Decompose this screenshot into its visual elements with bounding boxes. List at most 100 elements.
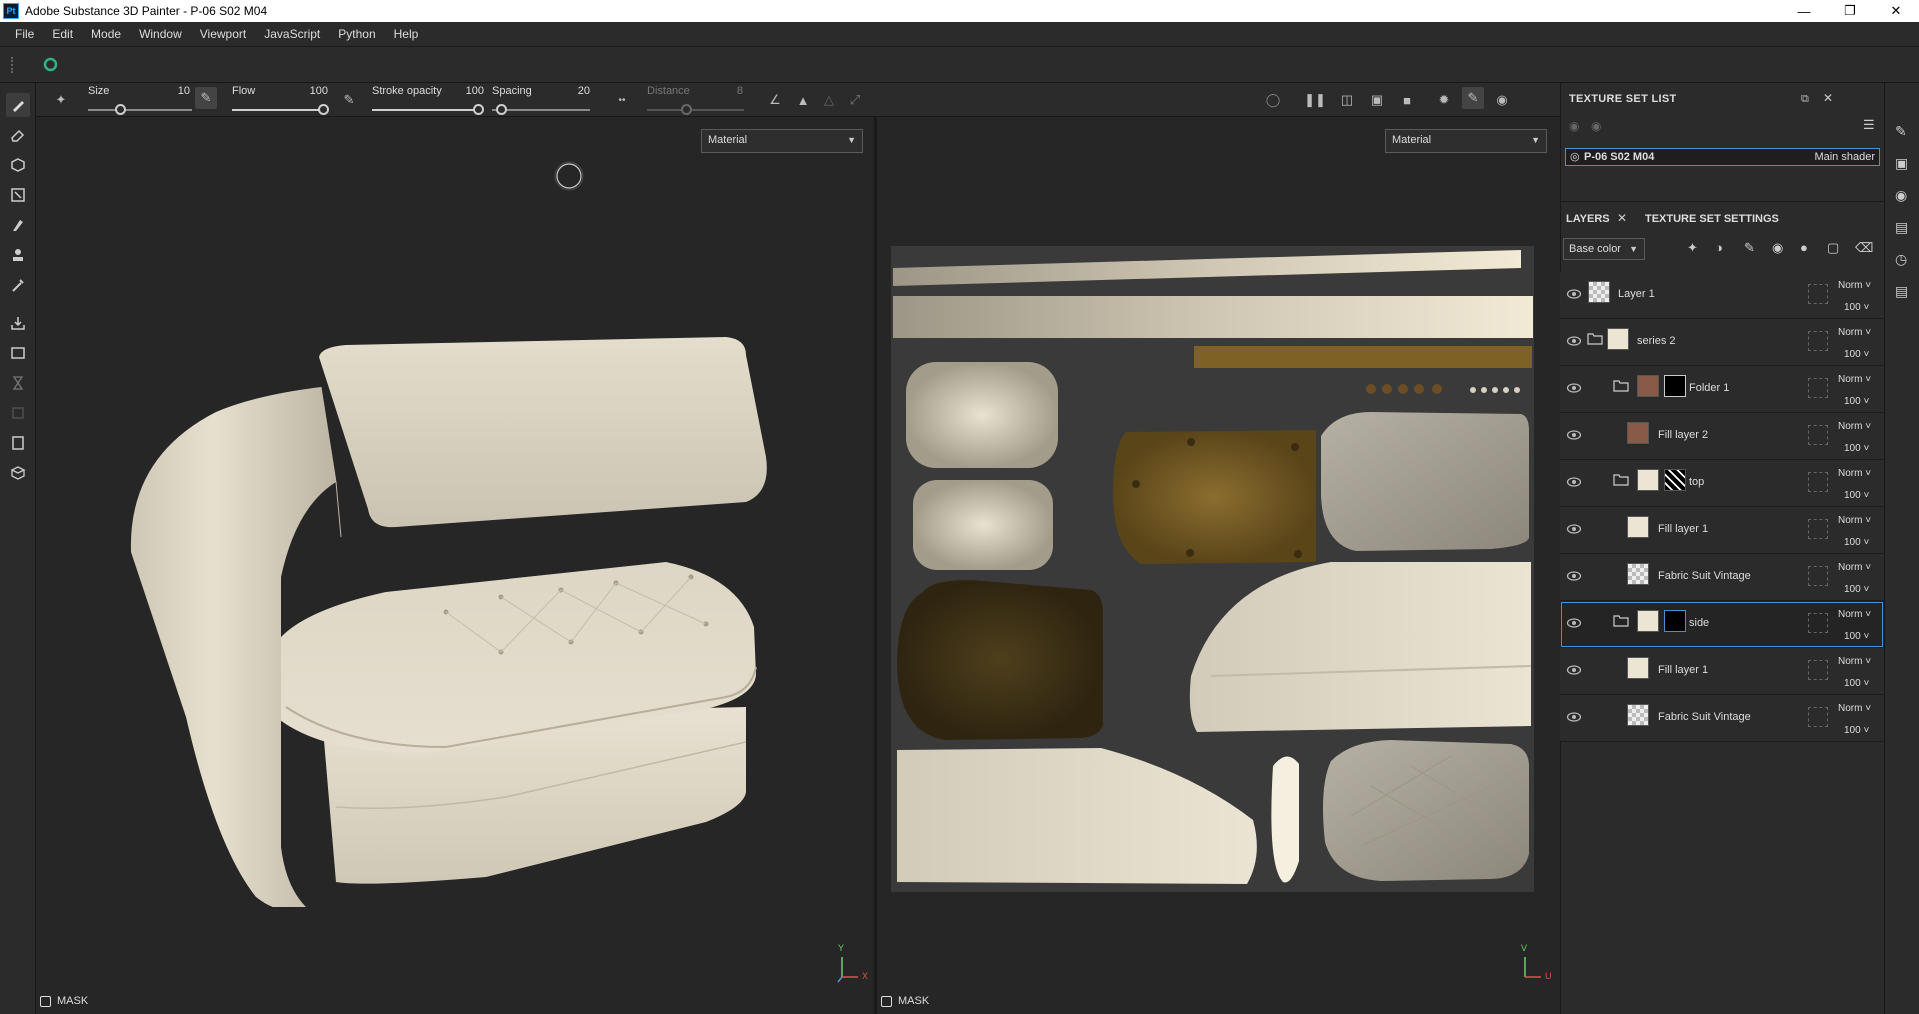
- mask-slot[interactable]: [1808, 707, 1828, 727]
- eye-icon[interactable]: [1566, 709, 1582, 725]
- spacing-value[interactable]: 20: [560, 85, 590, 97]
- mask-slot[interactable]: [1808, 660, 1828, 680]
- iray-icon[interactable]: ✹: [1433, 89, 1455, 111]
- pen-pressure-icon[interactable]: ✎: [195, 87, 217, 109]
- layer-row[interactable]: Layer 1 Norm ˅ 100 ˅: [1560, 272, 1884, 319]
- eye-icon[interactable]: [1566, 427, 1582, 443]
- eye-icon[interactable]: [1566, 380, 1582, 396]
- menu-edit[interactable]: Edit: [43, 27, 82, 41]
- add-paint-layer-icon[interactable]: ✎: [1744, 240, 1755, 256]
- eye-icon[interactable]: [1566, 333, 1582, 349]
- split-view-icon[interactable]: ◫: [1336, 89, 1358, 111]
- menu-window[interactable]: Window: [130, 27, 191, 41]
- layer-row[interactable]: series 2 Norm ˅ 100 ˅: [1560, 319, 1884, 366]
- camera-icon[interactable]: ■: [1396, 89, 1418, 111]
- menu-javascript[interactable]: JavaScript: [255, 27, 329, 41]
- layer-row[interactable]: Fill layer 1 Norm ˅ 100 ˅: [1560, 648, 1884, 695]
- close-icon[interactable]: ✕: [1873, 0, 1919, 22]
- stroke-pen-icon[interactable]: ✎: [338, 89, 360, 111]
- size-slider-handle[interactable]: [115, 104, 126, 115]
- eye-icon[interactable]: [1566, 662, 1582, 678]
- transform-icon[interactable]: ⤢: [844, 89, 866, 111]
- mask-slot[interactable]: [1808, 472, 1828, 492]
- menu-viewport[interactable]: Viewport: [191, 27, 255, 41]
- undock-icon[interactable]: ⧉: [1801, 93, 1809, 106]
- polygon-fill-icon[interactable]: [6, 183, 30, 207]
- menu-mode[interactable]: Mode: [82, 27, 130, 41]
- texture-set-shader[interactable]: Main shader: [1814, 151, 1875, 163]
- menu-python[interactable]: Python: [329, 27, 384, 41]
- layer-opacity[interactable]: 100 ˅: [1844, 302, 1869, 313]
- spacing-slider-handle[interactable]: [496, 104, 507, 115]
- eye-icon[interactable]: [1566, 286, 1582, 302]
- viewport-3d-mode-dropdown[interactable]: Material ▼: [701, 129, 863, 153]
- display-settings-icon[interactable]: ◉: [1895, 187, 1907, 204]
- layer-opacity[interactable]: 100 ˅: [1844, 537, 1869, 548]
- layer-opacity[interactable]: 100 ˅: [1844, 490, 1869, 501]
- plugin-icon[interactable]: [43, 57, 58, 72]
- viewport-2d-mask-toggle[interactable]: MASK: [881, 995, 929, 1007]
- stroke-opacity-slider-handle[interactable]: [473, 104, 484, 115]
- layer-opacity[interactable]: 100 ˅: [1844, 349, 1869, 360]
- hide-icon[interactable]: ◯: [1262, 89, 1284, 111]
- channel-dropdown[interactable]: Base color ▼: [1563, 238, 1645, 260]
- blend-mode[interactable]: Norm ˅: [1838, 609, 1871, 620]
- menu-help[interactable]: Help: [385, 27, 428, 41]
- viewport-3d[interactable]: Material ▼ MASK Y X: [36, 117, 874, 1014]
- layer-opacity[interactable]: 100 ˅: [1844, 631, 1869, 642]
- blend-mode[interactable]: Norm ˅: [1838, 280, 1871, 291]
- screenshot-icon[interactable]: ◉: [1491, 89, 1513, 111]
- lazy-mouse-icon[interactable]: ••: [611, 89, 633, 111]
- tab-close-icon[interactable]: ✕: [1617, 211, 1627, 225]
- angle-icon[interactable]: ∠: [764, 89, 786, 111]
- layer-row[interactable]: top Norm ˅ 100 ˅: [1560, 460, 1884, 507]
- export-icon[interactable]: [6, 341, 30, 365]
- stroke-opacity-value[interactable]: 100: [454, 85, 484, 97]
- add-mask-icon[interactable]: ◑: [1715, 240, 1723, 255]
- history-icon[interactable]: ◷: [1895, 251, 1907, 268]
- display-cube-icon[interactable]: ▣: [1366, 89, 1388, 111]
- blend-mode[interactable]: Norm ˅: [1838, 374, 1871, 385]
- mask-slot[interactable]: [1808, 519, 1828, 539]
- brush-mode-icon[interactable]: ✎: [1462, 87, 1484, 109]
- layer-row[interactable]: Fill layer 1 Norm ˅ 100 ˅: [1560, 507, 1884, 554]
- layer-row-selected[interactable]: side Norm ˅ 100 ˅: [1560, 601, 1884, 648]
- layer-opacity[interactable]: 100 ˅: [1844, 725, 1869, 736]
- delete-layer-icon[interactable]: ⌫: [1855, 240, 1873, 256]
- tab-texture-set-settings[interactable]: TEXTURE SET SETTINGS: [1645, 213, 1779, 225]
- properties-icon[interactable]: ✎: [1895, 123, 1907, 140]
- mask-slot[interactable]: [1808, 425, 1828, 445]
- mask-slot[interactable]: [1808, 331, 1828, 351]
- panel-close-icon[interactable]: ✕: [1823, 91, 1833, 105]
- menu-file[interactable]: File: [6, 27, 43, 41]
- viewport-3d-mask-toggle[interactable]: MASK: [40, 995, 88, 1007]
- shader-settings-icon[interactable]: ▤: [1895, 219, 1908, 236]
- add-smart-material-icon[interactable]: ●: [1800, 240, 1808, 255]
- visibility-on-icon[interactable]: ◉: [1591, 119, 1601, 133]
- eye-icon[interactable]: [1566, 568, 1582, 584]
- viewport-2d-mode-dropdown[interactable]: Material ▼: [1385, 129, 1547, 153]
- mask-slot[interactable]: [1808, 284, 1828, 304]
- layer-row[interactable]: Folder 1 Norm ˅ 100 ˅: [1560, 366, 1884, 413]
- minimize-icon[interactable]: —: [1781, 0, 1827, 22]
- brush-preset-icon[interactable]: ✦: [50, 89, 72, 111]
- eye-icon[interactable]: [1566, 615, 1582, 631]
- blend-mode[interactable]: Norm ˅: [1838, 656, 1871, 667]
- smudge-icon[interactable]: [6, 213, 30, 237]
- add-effect-icon[interactable]: ✦: [1687, 240, 1698, 256]
- layer-mask-thumbnail[interactable]: [1664, 610, 1686, 632]
- layer-opacity[interactable]: 100 ˅: [1844, 584, 1869, 595]
- projection-icon[interactable]: [6, 153, 30, 177]
- bake-icon[interactable]: [6, 311, 30, 335]
- flow-value[interactable]: 100: [298, 85, 328, 97]
- symmetry-off-icon[interactable]: △: [818, 89, 840, 111]
- timer-icon[interactable]: [6, 371, 30, 395]
- pause-icon[interactable]: ❚❚: [1304, 89, 1326, 111]
- layer-row[interactable]: Fabric Suit Vintage Norm ˅ 100 ˅: [1560, 554, 1884, 601]
- layer-row[interactable]: Fabric Suit Vintage Norm ˅ 100 ˅: [1560, 695, 1884, 742]
- stroke-opacity-slider[interactable]: [372, 109, 482, 111]
- clone-stamp-icon[interactable]: [6, 243, 30, 267]
- mask-slot[interactable]: [1808, 566, 1828, 586]
- flow-slider[interactable]: [232, 109, 322, 111]
- texture-set-item[interactable]: ◎ P-06 S02 M04 Main shader: [1565, 148, 1880, 166]
